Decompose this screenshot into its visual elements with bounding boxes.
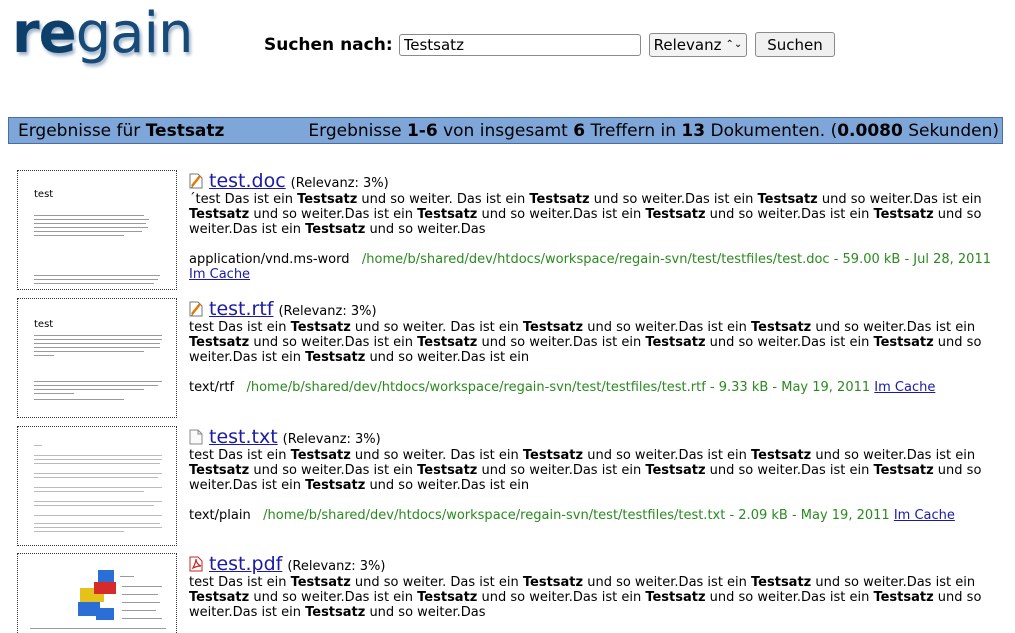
highlighted-term: Testsatz [189, 207, 250, 222]
result-meta: text/rtf /home/b/shared/dev/htdocs/works… [189, 380, 1004, 395]
search-form: Suchen nach: Relevanz ⌃⌄ Suchen [264, 32, 835, 57]
count-text-5: Sekunden) [902, 120, 999, 141]
highlighted-term: Testsatz [305, 350, 366, 365]
result-thumbnail[interactable] [17, 553, 177, 633]
highlighted-term: Testsatz [417, 590, 478, 605]
highlighted-term: Testsatz [873, 590, 934, 605]
search-result: test test.rtf (Relevanz: 3%) test Das is… [17, 298, 1007, 420]
highlighted-term: Testsatz [290, 320, 351, 335]
highlighted-term: Testsatz [645, 207, 706, 222]
highlighted-term: Testsatz [873, 335, 934, 350]
highlighted-term: Testsatz [751, 320, 812, 335]
highlighted-term: Testsatz [757, 192, 818, 207]
highlighted-term: Testsatz [645, 590, 706, 605]
result-path: /home/b/shared/dev/htdocs/workspace/rega… [246, 380, 871, 395]
search-result: test.txt (Relevanz: 3%) test Das ist ein… [17, 426, 1007, 548]
highlighted-term: Testsatz [305, 605, 366, 620]
result-content: test.txt (Relevanz: 3%) test Das ist ein… [189, 426, 1004, 523]
search-label: Suchen nach: [264, 34, 393, 55]
page-header: regain Suchen nach: Relevanz ⌃⌄ Suchen [0, 0, 1015, 110]
search-time: 0.0080 [837, 120, 903, 141]
result-title-link[interactable]: test.rtf [209, 298, 273, 320]
highlighted-term: Testsatz [305, 478, 366, 493]
count-text-2: von insgesamt [437, 120, 574, 141]
highlighted-term: Testsatz [305, 222, 366, 237]
highlighted-term: Testsatz [417, 207, 478, 222]
result-relevance: (Relevanz: 3%) [287, 559, 386, 574]
result-summary: ´test Das ist ein Testsatz und so weiter… [189, 192, 982, 237]
count-text-4: Dokumenten. ( [705, 120, 838, 141]
search-input[interactable] [398, 33, 641, 56]
results-summary-bar: Ergebnisse für Testsatz Ergebnisse 1-6 v… [8, 117, 1003, 144]
result-thumbnail[interactable] [17, 426, 177, 546]
highlighted-term: Testsatz [189, 335, 250, 350]
result-relevance: (Relevanz: 3%) [282, 432, 381, 447]
cache-link[interactable]: Im Cache [874, 380, 935, 395]
highlighted-term: Testsatz [522, 448, 584, 463]
result-content: test.rtf (Relevanz: 3%) test Das ist ein… [189, 298, 1004, 395]
result-content: test.doc (Relevanz: 3%) ´test Das ist ei… [189, 170, 1004, 282]
logo-part-gain: gain [75, 1, 194, 66]
result-path: /home/b/shared/dev/htdocs/workspace/rega… [263, 508, 890, 523]
cache-link[interactable]: Im Cache [894, 508, 955, 523]
count-text-3: Treffern in [585, 120, 682, 141]
result-range: 1-6 [406, 120, 438, 141]
word-document-icon [189, 173, 203, 189]
search-result: test.pdf (Relevanz: 3%) test Das ist ein… [17, 553, 1007, 633]
result-content: test.pdf (Relevanz: 3%) test Das ist ein… [189, 553, 1004, 620]
highlighted-term: Testsatz [522, 320, 584, 335]
highlighted-term: Testsatz [290, 575, 351, 590]
result-summary: test Das ist ein Testsatz und so weiter.… [189, 448, 982, 493]
result-thumbnail[interactable]: test [17, 298, 177, 418]
highlighted-term: Testsatz [751, 448, 812, 463]
highlighted-term: Testsatz [290, 448, 351, 463]
result-mime: text/plain [189, 508, 251, 523]
highlighted-term: Testsatz [417, 463, 478, 478]
select-arrows-icon: ⌃⌄ [725, 38, 743, 50]
results-query-label: Ergebnisse für Testsatz [18, 121, 224, 141]
lego-bricks-image [78, 570, 116, 620]
highlighted-term: Testsatz [873, 207, 934, 222]
result-title-link[interactable]: test.doc [209, 170, 286, 192]
result-meta: application/vnd.ms-word /home/b/shared/d… [189, 252, 1004, 282]
sort-select-value: Relevanz [653, 35, 722, 54]
highlighted-term: Testsatz [189, 590, 250, 605]
results-for-text: Ergebnisse für [18, 120, 146, 141]
result-meta: text/plain /home/b/shared/dev/htdocs/wor… [189, 508, 1004, 523]
highlighted-term: Testsatz [645, 335, 706, 350]
text-document-icon [189, 429, 203, 445]
search-result: test test.doc (Relevanz: 3%) ´test Das i… [17, 170, 1007, 292]
result-mime: application/vnd.ms-word [189, 252, 350, 267]
result-summary: test Das ist ein Testsatz und so weiter.… [189, 575, 982, 620]
highlighted-term: Testsatz [751, 575, 812, 590]
highlighted-term: Testsatz [645, 463, 706, 478]
highlighted-term: Testsatz [189, 463, 250, 478]
count-text-1: Ergebnisse [308, 120, 407, 141]
highlighted-term: Testsatz [873, 463, 934, 478]
regain-logo[interactable]: regain [12, 6, 194, 62]
result-relevance: (Relevanz: 3%) [278, 304, 377, 319]
result-mime: text/rtf [189, 380, 235, 395]
sort-select[interactable]: Relevanz ⌃⌄ [648, 32, 748, 57]
logo-part-re: re [12, 1, 77, 66]
result-relevance: (Relevanz: 3%) [290, 176, 389, 191]
rtf-document-icon [189, 301, 203, 317]
results-count-text: Ergebnisse 1-6 von insgesamt 6 Treffern … [308, 121, 999, 141]
highlighted-term: Testsatz [529, 192, 590, 207]
pdf-document-icon [189, 556, 203, 572]
result-summary: test Das ist ein Testsatz und so weiter.… [189, 320, 982, 365]
search-button[interactable]: Suchen [755, 32, 835, 57]
highlighted-term: Testsatz [297, 192, 358, 207]
highlighted-term: Testsatz [522, 575, 584, 590]
highlighted-term: Testsatz [417, 335, 478, 350]
result-path: /home/b/shared/dev/htdocs/workspace/rega… [361, 252, 991, 267]
results-query: Testsatz [145, 120, 225, 141]
document-count: 13 [681, 120, 706, 141]
cache-link[interactable]: Im Cache [189, 267, 250, 282]
result-total: 6 [573, 120, 586, 141]
result-title-link[interactable]: test.txt [209, 426, 278, 448]
result-title-link[interactable]: test.pdf [209, 553, 282, 575]
result-thumbnail[interactable]: test [17, 170, 177, 290]
